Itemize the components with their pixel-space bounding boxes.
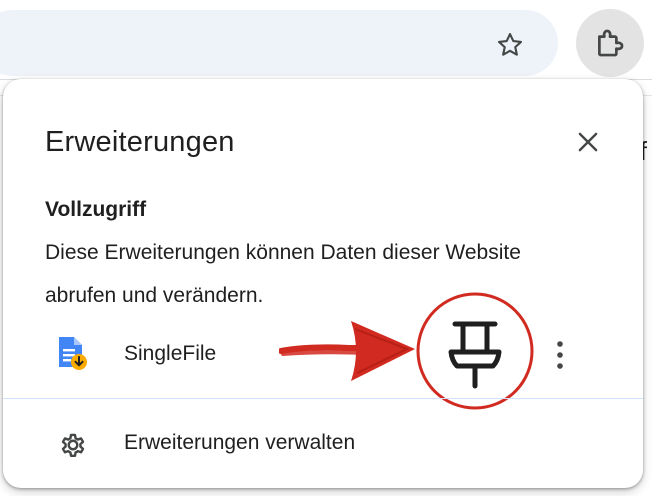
vertical-dots-icon	[557, 341, 563, 369]
manage-extensions-label: Erweiterungen verwalten	[124, 431, 356, 454]
popup-divider	[3, 398, 643, 399]
extension-name: SingleFile	[124, 342, 217, 365]
singlefile-document-download-icon	[59, 337, 87, 370]
pushpin-icon	[448, 321, 502, 389]
manage-extensions-item[interactable]: Erweiterungen verwalten	[3, 417, 643, 471]
extensions-popup: Erweiterungen Vollzugriff Diese Erweiter…	[3, 79, 643, 488]
puzzle-piece-icon	[598, 29, 624, 57]
close-icon	[578, 132, 598, 152]
gear-icon	[61, 433, 85, 457]
address-bar[interactable]	[0, 10, 558, 76]
bookmark-star-button[interactable]	[489, 24, 531, 66]
access-section-heading: Vollzugriff	[45, 198, 147, 221]
pin-extension-button[interactable]	[414, 290, 536, 412]
close-button[interactable]	[569, 123, 607, 161]
star-outline-icon	[497, 32, 523, 56]
extensions-toolbar-button[interactable]	[576, 9, 644, 77]
popup-title: Erweiterungen	[45, 126, 235, 158]
extension-more-options-button[interactable]	[542, 335, 578, 375]
hand-drawn-arrow-right	[279, 321, 415, 381]
